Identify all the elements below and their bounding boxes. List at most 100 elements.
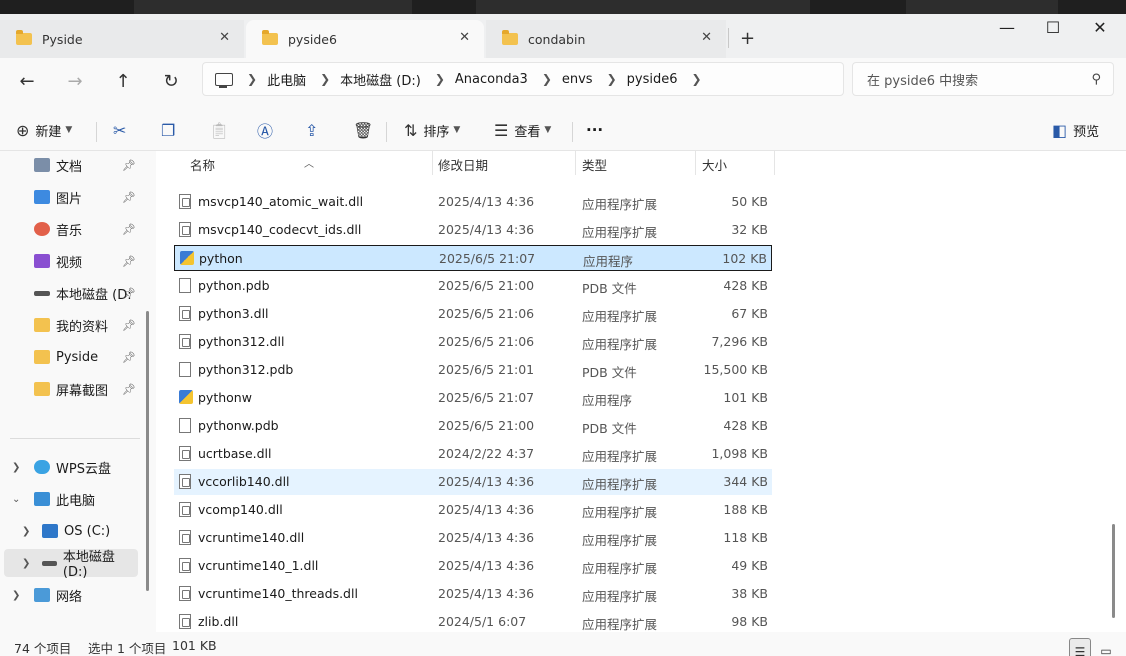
new-tab-button[interactable]: + <box>740 28 755 49</box>
breadcrumb-envs[interactable]: envs <box>562 72 593 87</box>
command-bar: ⊕ 新建 ▼ ✂ ❐ 📋︎ Ⓐ ⇪ 🗑︎ ⇅ 排序 ▼ ☰ 查看 ▼ ··· ◧… <box>0 108 1126 151</box>
nav-scrollbar[interactable] <box>146 311 149 591</box>
chevron-right-icon[interactable]: ❯ <box>22 558 30 569</box>
back-button[interactable]: ← <box>12 66 42 96</box>
column-type[interactable]: 类型 <box>582 155 607 174</box>
minimize-button[interactable]: — <box>984 18 1030 37</box>
file-row[interactable]: vcruntime140.dll 2025/4/13 4:36 应用程序扩展 118 … <box>174 525 772 551</box>
nav-network[interactable]: ❯ 网络 <box>0 581 150 609</box>
search-box[interactable]: 在 pyside6 中搜索 ⚲ <box>852 62 1114 96</box>
pin-icon[interactable]: 📌︎ <box>122 351 136 364</box>
column-resize-handle[interactable] <box>432 151 433 175</box>
tab-label: Pyside <box>42 31 83 47</box>
new-button[interactable]: ⊕ 新建 ▼ <box>16 116 72 144</box>
nav-music[interactable]: 音乐 📌︎ <box>0 215 150 243</box>
tab-pyside[interactable]: Pyside ✕ <box>0 20 244 58</box>
forward-button[interactable]: → <box>60 66 90 96</box>
paste-button[interactable]: 📋︎ <box>209 116 235 144</box>
tab-pyside6[interactable]: pyside6 ✕ <box>246 20 484 58</box>
pin-icon[interactable]: 📌︎ <box>122 255 136 268</box>
view-button[interactable]: ☰ 查看 ▼ <box>494 116 551 144</box>
chevron-right-icon[interactable]: ❯ <box>542 72 552 86</box>
pin-icon[interactable]: 📌︎ <box>122 319 136 332</box>
nav-my-files[interactable]: 我的资料 📌︎ <box>0 311 150 339</box>
file-row[interactable]: zlib.dll 2024/5/1 6:07 应用程序扩展 98 KB <box>174 609 772 632</box>
file-row[interactable]: msvcp140_atomic_wait.dll 2025/4/13 4:36 应用… <box>174 189 772 215</box>
chevron-right-icon[interactable]: ❯ <box>607 72 617 86</box>
pin-icon[interactable]: 📌︎ <box>122 287 136 300</box>
up-button[interactable]: ↑ <box>108 66 138 96</box>
nav-drive-d-quick[interactable]: 本地磁盘 (D: 📌︎ <box>0 279 150 307</box>
file-row[interactable]: vcruntime140_1.dll 2025/4/13 4:36 应用程序扩展 49… <box>174 553 772 579</box>
file-row[interactable]: python.pdb 2025/6/5 21:00 PDB 文件 428 KB <box>174 273 772 299</box>
pin-icon[interactable]: 📌︎ <box>122 383 136 396</box>
column-resize-handle[interactable] <box>774 151 775 175</box>
list-scrollbar[interactable] <box>1112 524 1115 618</box>
column-name[interactable]: 名称 <box>190 155 215 174</box>
breadcrumb-this-pc[interactable]: 此电脑 <box>267 70 306 89</box>
nav-drive-c[interactable]: ❯ OS (C:) <box>0 517 150 545</box>
close-tab-icon[interactable]: ✕ <box>219 30 230 45</box>
breadcrumb-anaconda3[interactable]: Anaconda3 <box>455 72 528 87</box>
file-row[interactable]: msvcp140_codecvt_ids.dll 2025/4/13 4:36 应用… <box>174 217 772 243</box>
nav-wps-cloud[interactable]: ❯ WPS云盘 <box>0 453 150 481</box>
close-window-button[interactable]: ✕ <box>1077 18 1123 37</box>
file-row[interactable]: pythonw.pdb 2025/6/5 21:00 PDB 文件 428 KB <box>174 413 772 439</box>
preview-pane-button[interactable]: ◧ 预览 <box>1052 116 1099 144</box>
file-row[interactable]: python312.dll 2025/6/5 21:06 应用程序扩展 7,296 K… <box>174 329 772 355</box>
pin-icon[interactable]: 📌︎ <box>122 159 136 172</box>
chevron-right-icon[interactable]: ❯ <box>692 72 702 86</box>
file-row[interactable]: python 2025/6/5 21:07 应用程序 102 KB <box>174 245 772 271</box>
close-tab-icon[interactable]: ✕ <box>701 30 712 45</box>
file-row[interactable]: pythonw 2025/6/5 21:07 应用程序 101 KB <box>174 385 772 411</box>
pin-icon[interactable]: 📌︎ <box>122 223 136 236</box>
maximize-button[interactable]: ☐ <box>1030 18 1076 37</box>
chevron-down-icon[interactable]: ⌄ <box>12 494 20 505</box>
file-type: 应用程序扩展 <box>582 617 658 632</box>
nav-videos[interactable]: 视频 📌︎ <box>0 247 150 275</box>
pin-icon[interactable]: 📌︎ <box>122 191 136 204</box>
tiles-view-button[interactable]: ▭ <box>1095 638 1117 656</box>
nav-pyside[interactable]: Pyside 📌︎ <box>0 343 150 371</box>
copy-button[interactable]: ❐ <box>161 116 181 144</box>
chevron-right-icon[interactable]: ❯ <box>247 72 257 86</box>
nav-documents[interactable]: 文档 📌︎ <box>0 151 150 179</box>
column-resize-handle[interactable] <box>695 151 696 175</box>
search-input[interactable]: 在 pyside6 中搜索 <box>867 70 1091 89</box>
share-button[interactable]: ⇪ <box>305 116 324 144</box>
close-tab-icon[interactable]: ✕ <box>459 30 470 45</box>
nav-drive-d[interactable]: ❯ 本地磁盘 (D:) <box>4 549 138 580</box>
sort-label: 排序 <box>423 124 450 140</box>
column-date[interactable]: 修改日期 <box>438 155 488 174</box>
more-options-button[interactable]: ··· <box>586 116 603 144</box>
chevron-right-icon[interactable]: ❯ <box>12 462 20 473</box>
nav-screenshots[interactable]: 屏幕截图 📌︎ <box>0 375 150 403</box>
column-resize-handle[interactable] <box>575 151 576 175</box>
file-date: 2025/6/5 21:01 <box>438 362 535 377</box>
column-size[interactable]: 大小 <box>702 155 727 174</box>
details-view-button[interactable]: ☰ <box>1069 638 1091 656</box>
breadcrumb-drive-d[interactable]: 本地磁盘 (D:) <box>340 70 421 89</box>
refresh-button[interactable]: ↻ <box>156 66 186 96</box>
chevron-right-icon[interactable]: ❯ <box>320 72 330 86</box>
breadcrumb-pyside6[interactable]: pyside6 <box>627 72 678 87</box>
nav-this-pc[interactable]: ⌄ 此电脑 <box>0 485 150 513</box>
address-bar[interactable]: ❯ 此电脑 ❯ 本地磁盘 (D:) ❯ Anaconda3 ❯ envs ❯ p… <box>202 62 844 96</box>
file-row[interactable]: python312.pdb 2025/6/5 21:01 PDB 文件 15,500 … <box>174 357 772 383</box>
chevron-right-icon[interactable]: ❯ <box>22 526 30 537</box>
tab-condabin[interactable]: condabin ✕ <box>486 20 726 58</box>
rename-button[interactable]: Ⓐ <box>257 116 279 144</box>
file-row[interactable]: python3.dll 2025/6/5 21:06 应用程序扩展 67 KB <box>174 301 772 327</box>
file-row[interactable]: ucrtbase.dll 2024/2/22 4:37 应用程序扩展 1,098 KB <box>174 441 772 467</box>
delete-button[interactable]: 🗑︎ <box>353 116 379 144</box>
file-row[interactable]: vccorlib140.dll 2025/4/13 4:36 应用程序扩展 344 K… <box>174 469 772 495</box>
chevron-right-icon[interactable]: ❯ <box>12 590 20 601</box>
chevron-right-icon[interactable]: ❯ <box>435 72 445 86</box>
file-row[interactable]: vcruntime140_threads.dll 2025/4/13 4:36 应用… <box>174 581 772 607</box>
sort-button[interactable]: ⇅ 排序 ▼ <box>404 116 460 144</box>
file-row[interactable]: vcomp140.dll 2025/4/13 4:36 应用程序扩展 188 KB <box>174 497 772 523</box>
nav-pictures[interactable]: 图片 📌︎ <box>0 183 150 211</box>
chevron-down-icon: ▼ <box>544 125 552 135</box>
cut-button[interactable]: ✂ <box>113 116 132 144</box>
folder-icon <box>34 382 50 396</box>
